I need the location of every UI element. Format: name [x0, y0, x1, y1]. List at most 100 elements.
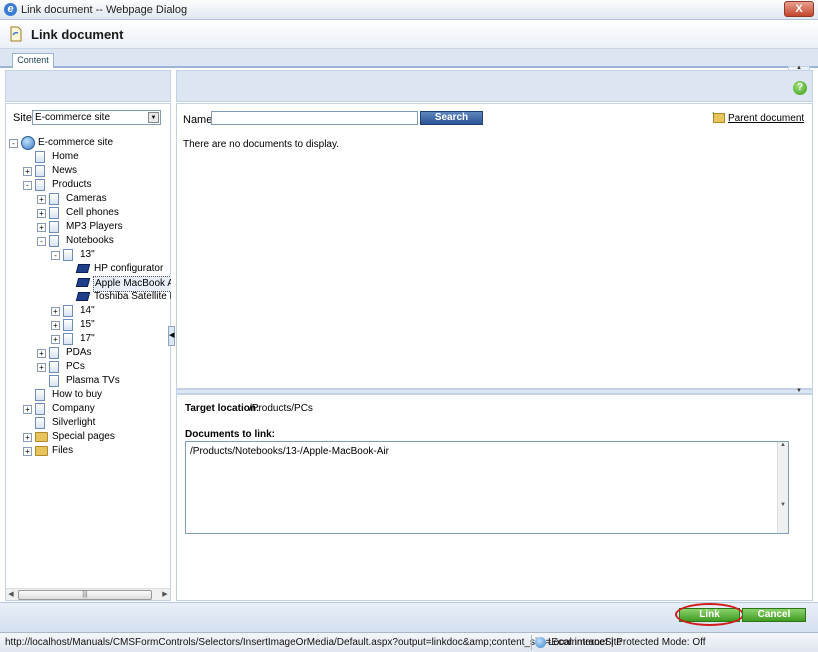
tree-node[interactable]: - 13"	[5, 248, 171, 262]
collapse-icon[interactable]: -	[9, 139, 18, 148]
tree-node[interactable]: HP configurator	[5, 262, 171, 276]
tree-node[interactable]: How to buy	[5, 388, 171, 402]
scroll-right-icon[interactable]: ▶	[160, 590, 170, 600]
tree-node-label[interactable]: Files	[51, 444, 74, 458]
name-search-input[interactable]	[211, 111, 418, 125]
left-toolbar	[5, 70, 171, 102]
tree-node-label[interactable]: Toshiba Satellite P	[93, 290, 171, 304]
window-titlebar: e Link document -- Webpage Dialog X	[0, 0, 818, 20]
tree-node-label[interactable]: Products	[51, 178, 92, 192]
tree-node[interactable]: Silverlight	[5, 416, 171, 430]
tree-node[interactable]: +17"	[5, 332, 171, 346]
tree-node-label[interactable]: Home	[51, 150, 80, 164]
chevron-down-icon[interactable]: ▼	[148, 112, 159, 123]
expand-icon[interactable]: +	[23, 447, 32, 456]
tree-node-label[interactable]: Plasma TVs	[65, 374, 121, 388]
link-button-highlight	[675, 603, 744, 626]
expand-icon[interactable]: +	[23, 405, 32, 414]
page-icon	[35, 403, 45, 415]
tree-node[interactable]: - Notebooks	[5, 234, 171, 248]
security-zone-text: Local intranet | Protected Mode: Off	[548, 637, 706, 648]
scroll-left-icon[interactable]: ◀	[6, 590, 16, 600]
expand-icon[interactable]: +	[37, 363, 46, 372]
laptop-icon	[75, 264, 91, 273]
up-arrow-icon: ↑	[711, 109, 716, 119]
tree-node-label[interactable]: 13"	[79, 248, 96, 262]
pane-splitter-handle[interactable]: ◀	[168, 326, 175, 346]
collapse-icon[interactable]: -	[23, 181, 32, 190]
page-icon	[63, 333, 73, 345]
window-title: Link document -- Webpage Dialog	[21, 4, 188, 16]
page-icon	[63, 249, 73, 261]
expand-icon[interactable]: +	[51, 307, 60, 316]
tree-node[interactable]: Plasma TVs	[5, 374, 171, 388]
folder-icon	[35, 432, 48, 442]
tree-node-label[interactable]: Company	[51, 402, 96, 416]
parent-document-link[interactable]: Parent document	[728, 113, 804, 124]
collapse-top-handle[interactable]: ▲	[788, 65, 810, 71]
textarea-scrollbar[interactable]: ▲ ▼	[777, 442, 788, 533]
site-select[interactable]: E-commerce site ▼	[32, 110, 161, 125]
expand-icon[interactable]: +	[51, 321, 60, 330]
tree-node-label[interactable]: PDAs	[65, 346, 93, 360]
collapse-icon[interactable]: -	[37, 237, 46, 246]
page-icon	[49, 235, 59, 247]
expand-icon[interactable]: +	[23, 433, 32, 442]
tree-node[interactable]: +14"	[5, 304, 171, 318]
tree-node-label[interactable]: E-commerce site	[37, 136, 114, 150]
page-icon	[63, 319, 73, 331]
expand-icon[interactable]: +	[37, 209, 46, 218]
page-icon	[49, 347, 59, 359]
cancel-button[interactable]: Cancel	[742, 608, 806, 622]
expand-icon[interactable]: +	[23, 167, 32, 176]
tree-node[interactable]: Toshiba Satellite P	[5, 290, 171, 304]
content-tree: - E-commerce site Home + News - Products + Camer…	[5, 134, 171, 586]
globe-icon	[21, 136, 35, 150]
documents-to-link-textarea[interactable]: /Products/Notebooks/13-/Apple-MacBook-Ai…	[185, 441, 789, 534]
tree-node-label[interactable]: Notebooks	[65, 234, 115, 248]
tree-node-label[interactable]: How to buy	[51, 388, 103, 402]
tree-node[interactable]: + News	[5, 164, 171, 178]
tree-node-label[interactable]: Special pages	[51, 430, 116, 444]
tree-node[interactable]: Home	[5, 150, 171, 164]
help-icon[interactable]: ?	[793, 81, 807, 95]
tree-node[interactable]: + PCs	[5, 360, 171, 374]
tree-node-label[interactable]: PCs	[65, 360, 86, 374]
tree-node-label[interactable]: HP configurator	[93, 262, 164, 276]
search-button[interactable]: Search	[420, 111, 483, 125]
tree-node[interactable]: + Company	[5, 402, 171, 416]
expand-icon[interactable]: +	[37, 223, 46, 232]
collapse-icon[interactable]: -	[51, 251, 60, 260]
tree-node-label[interactable]: 15"	[79, 318, 96, 332]
tree-node[interactable]: - Products	[5, 178, 171, 192]
expand-icon[interactable]: +	[51, 335, 60, 344]
tree-node[interactable]: + Special pages	[5, 430, 171, 444]
page-icon	[49, 361, 59, 373]
tree-node[interactable]: + PDAs	[5, 346, 171, 360]
tree-node[interactable]: + MP3 Players	[5, 220, 171, 234]
tree-node-label[interactable]: News	[51, 164, 78, 178]
page-icon	[63, 305, 73, 317]
tree-node[interactable]: + Files	[5, 444, 171, 458]
tree-node-label[interactable]: MP3 Players	[65, 220, 124, 234]
close-button[interactable]: X	[784, 1, 814, 17]
intranet-zone-icon	[535, 637, 546, 648]
tree-node-label[interactable]: Cameras	[65, 192, 108, 206]
link-document-icon	[10, 26, 22, 42]
page-icon	[49, 221, 59, 233]
page-icon	[49, 193, 59, 205]
expand-icon[interactable]: +	[37, 349, 46, 358]
tree-horizontal-scrollbar[interactable]: ◀ ||| ▶	[6, 588, 170, 600]
tree-node[interactable]: + Cell phones	[5, 206, 171, 220]
tree-node[interactable]: - E-commerce site	[5, 136, 171, 150]
tab-content[interactable]: Content	[12, 53, 54, 68]
tree-node-label[interactable]: 14"	[79, 304, 96, 318]
tree-node-label[interactable]: Cell phones	[65, 206, 120, 220]
tree-node[interactable]: + Cameras	[5, 192, 171, 206]
tree-node-label[interactable]: 17"	[79, 332, 96, 346]
tree-node-label[interactable]: Silverlight	[51, 416, 96, 430]
tree-node[interactable]: +15"	[5, 318, 171, 332]
expand-icon[interactable]: +	[37, 195, 46, 204]
scroll-thumb[interactable]: |||	[18, 590, 152, 600]
tree-node[interactable]: Apple MacBook Air	[5, 276, 171, 292]
